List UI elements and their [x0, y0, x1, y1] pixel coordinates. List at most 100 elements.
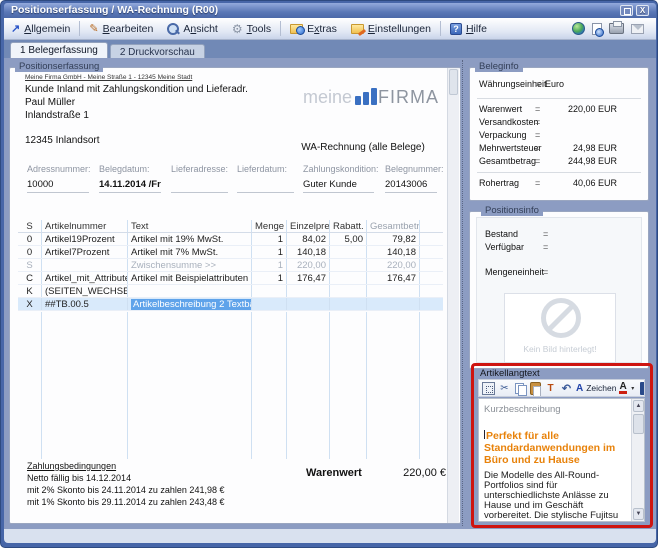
cursor-icon[interactable] [640, 382, 645, 395]
table-row[interactable]: 0 Artikel7Prozent Artikel mit 7% MwSt. 1… [18, 246, 443, 259]
beleginfo-row-verpackung: Verpackung = [477, 130, 643, 142]
sender-line: Meine Firma GmbH - Meine Straße 1 - 1234… [25, 74, 192, 81]
payment-line: mit 1% Skonto bis 29.11.2014 zu zahlen 2… [27, 496, 224, 508]
menu-hilfe[interactable]: Hilfe [443, 18, 494, 39]
close-icon[interactable] [636, 5, 649, 16]
artikellangtext-label: Artikellangtext [480, 368, 540, 379]
total-value: 220,00 € [382, 467, 446, 479]
scrollbar-thumb[interactable] [449, 69, 458, 95]
font-color-icon[interactable]: A [619, 382, 626, 394]
positionsinfo-row-mengeneinheit: Mengeneinheit = [485, 267, 635, 279]
select-all-icon[interactable] [482, 382, 495, 395]
customer-city: 12345 Inlandsort [25, 135, 100, 146]
menu-label: Ansicht [183, 23, 217, 35]
menu-allgemein[interactable]: Allgemein [4, 18, 77, 39]
scrollbar-thumb[interactable] [633, 414, 644, 434]
arrow-up-right-icon [11, 22, 20, 35]
document-scrollbar[interactable] [447, 68, 459, 523]
no-image-icon [541, 298, 581, 338]
menu-right-icons [572, 22, 656, 35]
menu-tools[interactable]: Tools [225, 18, 278, 39]
beleginfo-row-versandkosten: Versandkosten = [477, 117, 643, 129]
positionsinfo-group-label: Positionsinfo [481, 205, 543, 216]
lieferdatum-input[interactable] [237, 179, 303, 191]
beleginfo-group-label: Beleginfo [475, 61, 523, 72]
field-belegnummer[interactable]: Belegnummer: 20143006 [385, 164, 445, 193]
field-lieferdatum[interactable]: Lieferdatum: [237, 164, 303, 193]
tab-belegerfassung[interactable]: 1 Belegerfassung [10, 42, 108, 59]
belegnummer-input[interactable]: 20143006 [385, 179, 445, 191]
char-format-icon[interactable]: A [576, 382, 583, 395]
menu-label: Tools [247, 23, 272, 35]
tab-strip: 1 Belegerfassung 2 Druckvorschau [4, 40, 656, 59]
app-window: Positionserfassung / WA-Rechnung (R00) A… [0, 0, 658, 548]
tab-druckvorschau[interactable]: 2 Druckvorschau [110, 44, 205, 59]
scroll-down-icon[interactable]: ▼ [633, 508, 644, 520]
header-fields: Adressnummer: 10000 Belegdatum: 14.11.20… [27, 164, 447, 193]
no-image-text: Kein Bild hinterlegt! [505, 344, 615, 354]
field-zahlungskondition[interactable]: Zahlungskondition: Guter Kunde [303, 164, 385, 193]
menu-bar: Allgemein Bearbeiten Ansicht Tools Extra… [4, 18, 656, 40]
table-row-subtotal[interactable]: S Zwischensumme >> 1 220,00 220,00 [18, 259, 443, 272]
table-row[interactable]: C Artikel_mit_Attributen Artikel mit Bei… [18, 272, 443, 285]
positionserfassung-group-label: Positionserfassung [15, 61, 103, 72]
title-bar[interactable]: Positionserfassung / WA-Rechnung (R00) [4, 3, 656, 18]
positionsinfo-row-bestand: Bestand = [485, 229, 635, 241]
menu-separator [440, 21, 441, 36]
divider [477, 98, 641, 99]
editor-scrollbar[interactable]: ▲ ▼ [631, 399, 644, 521]
scroll-up-icon[interactable]: ▲ [633, 400, 644, 412]
belegdatum-input[interactable]: 14.11.2014 /Fr [99, 179, 171, 191]
selected-cell-text[interactable]: Artikelbeschreibung 2 Textbaustein [131, 299, 252, 310]
field-adressnummer[interactable]: Adressnummer: 10000 [27, 164, 99, 193]
field-lieferadresse[interactable]: Lieferadresse: [171, 164, 237, 193]
adressnummer-input[interactable]: 10000 [27, 179, 99, 191]
payment-line: mit 2% Skonto bis 24.11.2014 zu zahlen 2… [27, 484, 224, 496]
menu-einstellungen[interactable]: Einstellungen [344, 18, 438, 39]
copy-icon[interactable] [514, 382, 527, 395]
magnifier-icon [167, 23, 179, 35]
positions-table: S Artikelnummer Text Menge Einzelpreis R… [18, 220, 443, 311]
menu-bearbeiten[interactable]: Bearbeiten [82, 18, 160, 39]
beleginfo-row-waehrungseinheit: Währungseinheit = Euro [477, 79, 643, 91]
beleginfo-row-rohertrag: Rohertrag = 40,06 EUR [477, 178, 643, 190]
paste-icon[interactable] [530, 382, 541, 395]
menu-separator [79, 21, 80, 36]
gear-icon [232, 22, 243, 36]
restore-icon[interactable] [620, 5, 633, 16]
globe-icon[interactable] [572, 22, 585, 35]
lieferadresse-input[interactable] [171, 179, 237, 191]
company-logo: meine FIRMA [287, 88, 439, 106]
printer-icon[interactable] [609, 23, 624, 34]
table-row[interactable]: K (SEITEN_WECHSEL) [18, 285, 443, 298]
customer-name: Kunde Inland mit Zahlungskondition und L… [25, 84, 248, 95]
menu-extras[interactable]: Extras [283, 18, 344, 39]
menu-label: Extras [307, 23, 337, 35]
beleginfo-row-mehrwertsteuer: Mehrwertsteuer = 24,98 EUR [477, 143, 643, 155]
payment-line: Netto fällig bis 14.12.2014 [27, 472, 224, 484]
artikellangtext-editor[interactable]: Kurzbeschreibung Perfekt für alle Standa… [478, 398, 645, 522]
cut-icon[interactable] [498, 382, 511, 395]
menu-label: Allgemein [24, 23, 70, 35]
menu-label: Einstellungen [368, 23, 431, 35]
positionsinfo-row-verfuegbar: Verfügbar = [485, 242, 635, 254]
table-row-selected[interactable]: X ##TB.00.5 Artikelbeschreibung 2 Textba… [18, 298, 443, 311]
bar-chart-icon [355, 88, 377, 105]
help-icon [450, 23, 462, 35]
zeichen-button[interactable]: Zeichen [586, 382, 616, 395]
table-row[interactable]: 0 Artikel19Prozent Artikel mit 19% MwSt.… [18, 233, 443, 246]
panel-splitter[interactable] [462, 60, 463, 526]
field-belegdatum[interactable]: Belegdatum: 14.11.2014 /Fr [99, 164, 171, 193]
window-bottom-strip [4, 529, 656, 543]
menu-separator [280, 21, 281, 36]
format-painter-icon[interactable] [544, 382, 557, 395]
article-body: Die Modelle des All-Round-Portfolios sin… [484, 471, 624, 522]
table-header-row: S Artikelnummer Text Menge Einzelpreis R… [18, 220, 443, 233]
chevron-down-icon[interactable]: ▾ [630, 382, 636, 395]
document-clock-icon[interactable] [592, 23, 602, 35]
text-cursor [484, 430, 485, 439]
mail-icon[interactable] [631, 24, 644, 34]
undo-icon[interactable] [560, 382, 573, 395]
zahlungskondition-input[interactable]: Guter Kunde [303, 179, 385, 191]
menu-ansicht[interactable]: Ansicht [160, 18, 224, 39]
